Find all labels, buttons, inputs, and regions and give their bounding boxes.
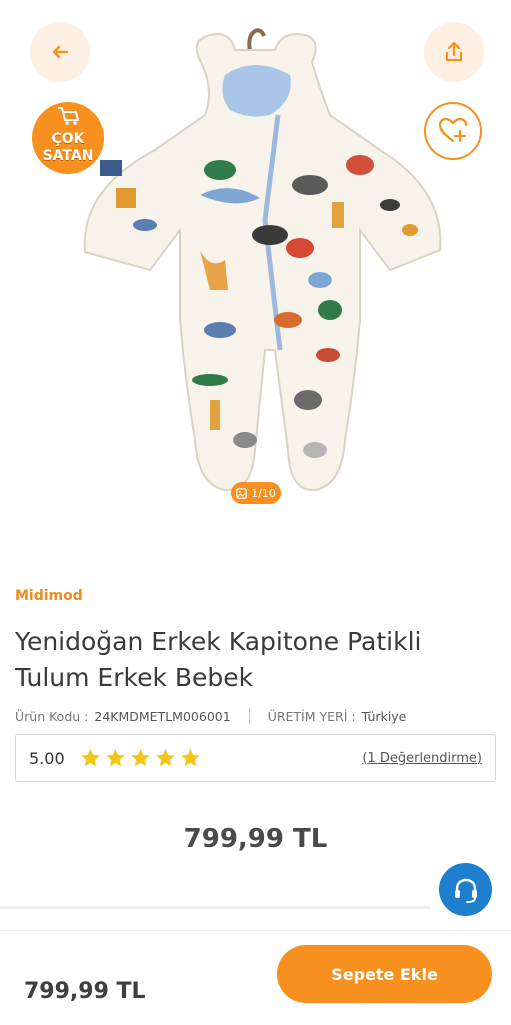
best-seller-badge: ÇOK SATAN xyxy=(30,100,106,176)
rating-summary[interactable]: 5.00 (1 Değerlendirme) xyxy=(15,734,496,782)
brand-link[interactable]: Midimod xyxy=(15,588,83,604)
star-icon xyxy=(155,748,175,767)
badge-line2: SATAN xyxy=(42,148,94,164)
image-icon xyxy=(236,487,247,499)
image-counter-text: 1/10 xyxy=(251,486,276,500)
product-meta: Ürün Kodu : 24KMDMETLM006001 ÜRETİM YERİ… xyxy=(15,708,406,724)
headset-icon xyxy=(454,878,477,903)
back-button[interactable] xyxy=(30,22,90,82)
rating-stars xyxy=(79,747,202,769)
heart-plus-icon xyxy=(438,117,468,143)
bottom-purchase-bar: 799,99 TL Sepete Ekle xyxy=(0,930,511,1025)
origin-value: Türkiye xyxy=(361,708,407,724)
reviews-link[interactable]: (1 Değerlendirme) xyxy=(362,751,482,766)
product-title: Yenidoğan Erkek Kapitone Patikli Tulum E… xyxy=(15,627,422,692)
image-counter: 1/10 xyxy=(231,482,281,504)
product-code-label: Ürün Kodu : xyxy=(15,708,89,724)
star-icon xyxy=(80,748,100,767)
bottom-price: 799,99 TL xyxy=(24,979,146,1004)
badge-line1: ÇOK xyxy=(51,131,85,147)
share-icon xyxy=(445,41,463,62)
product-image-gallery[interactable]: ÇOK SATAN 1/10 xyxy=(0,0,511,520)
rating-score: 5.00 xyxy=(29,748,65,768)
product-code-value: 24KMDMETLM006001 xyxy=(94,708,231,724)
section-divider xyxy=(0,906,430,909)
help-chat-button[interactable] xyxy=(439,863,492,916)
star-icon xyxy=(130,748,150,767)
product-image xyxy=(83,28,442,492)
meta-divider xyxy=(248,708,250,724)
arrow-left-icon xyxy=(52,45,69,59)
product-price: 799,99 TL xyxy=(183,824,328,854)
star-icon xyxy=(180,748,200,767)
add-to-cart-button[interactable]: Sepete Ekle xyxy=(277,945,492,1003)
star-icon xyxy=(105,748,125,767)
origin-label: ÜRETİM YERİ : xyxy=(267,708,356,724)
share-button[interactable] xyxy=(424,22,484,82)
add-to-favorites-button[interactable] xyxy=(424,102,482,160)
